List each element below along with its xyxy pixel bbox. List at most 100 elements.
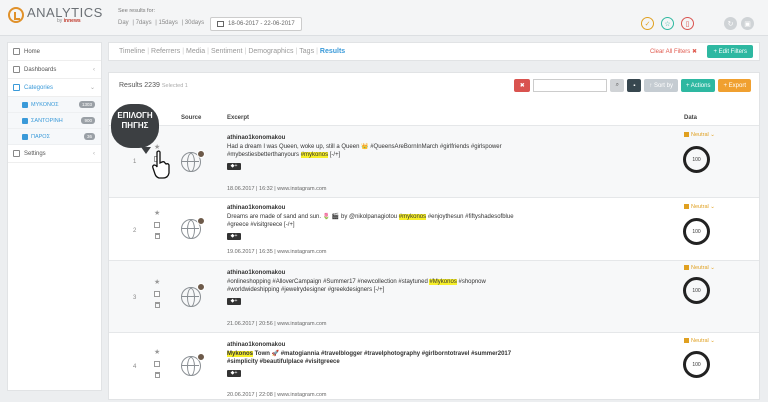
add-tag-icon[interactable]: ◆+ xyxy=(227,162,241,170)
score-circle: 100 xyxy=(683,218,710,245)
cube-icon[interactable]: ▣ xyxy=(741,17,754,30)
refresh-icon[interactable]: ↻ xyxy=(724,17,737,30)
period-30days[interactable]: 30days xyxy=(185,20,204,26)
row-number: 2 xyxy=(133,228,137,234)
add-tag-icon[interactable]: ◆+ xyxy=(227,297,241,305)
tab-media[interactable]: Media xyxy=(186,48,205,55)
table-row[interactable]: 4 ★ athinao1konomakou Mykonos Town 🚀 #ma… xyxy=(109,332,759,402)
row-checkbox[interactable] xyxy=(154,361,161,367)
search-input[interactable] xyxy=(533,79,608,92)
date-range-picker[interactable]: 18-06-2017 - 22-06-2017 xyxy=(210,17,302,31)
add-tag-icon[interactable]: ◆+ xyxy=(227,369,241,377)
excerpt: athinao1konomakou #onlineshopping #Allov… xyxy=(227,269,527,305)
category-count: 36 xyxy=(83,133,95,140)
table-row[interactable]: 2 ★ athinao1konomakou Dreams are made of… xyxy=(109,197,759,260)
excerpt-text: #onlineshopping #AlloverCampaign #Summer… xyxy=(227,278,430,285)
actions-button[interactable]: + Actions xyxy=(680,79,716,92)
star-icon[interactable]: ★ xyxy=(154,210,160,217)
export-button[interactable]: + Export xyxy=(718,79,751,92)
checkbox-checked[interactable] xyxy=(22,101,28,108)
chevron-down-icon: ⌄ xyxy=(89,85,95,91)
trash-icon[interactable]: ▯ xyxy=(681,17,694,30)
category-paros[interactable]: ΠΑΡΟΣ 36 xyxy=(8,129,101,145)
excerpt-author[interactable]: athinao1konomakou xyxy=(227,269,527,278)
results-count: Results 2239 Selected 1 xyxy=(119,82,188,89)
column-data: Data xyxy=(684,115,698,121)
sentiment-dropdown[interactable]: Neutral ⌄ xyxy=(684,338,715,344)
instagram-icon xyxy=(197,353,205,361)
sentiment-dropdown[interactable]: Neutral ⌄ xyxy=(684,204,715,210)
category-count: 1303 xyxy=(78,101,95,108)
instagram-icon xyxy=(197,150,205,158)
sentiment-dropdown[interactable]: Neutral ⌄ xyxy=(684,265,715,271)
sentiment-dropdown[interactable]: Neutral ⌄ xyxy=(684,132,715,138)
table-header: Source Excerpt Data xyxy=(109,113,759,125)
tab-results[interactable]: Results xyxy=(320,48,345,55)
category-mykonos[interactable]: ΜΥΚΟΝΟΣ 1303 xyxy=(8,97,101,113)
star-icon[interactable]: ★ xyxy=(154,279,160,286)
sidebar-item-categories[interactable]: Categories ⌄ xyxy=(8,79,101,97)
tab-tags[interactable]: Tags xyxy=(299,48,314,55)
excerpt: athinao1konomakou Dreams are made of san… xyxy=(227,204,527,240)
sidebar-item-label: Home xyxy=(24,48,41,55)
logo-check-icon xyxy=(8,7,24,23)
excerpt-text: Town 🚀 #matogiannia #travelblogger #trav… xyxy=(227,350,512,366)
hand-cursor-icon xyxy=(152,150,170,179)
dashboard-icon xyxy=(13,66,20,73)
excerpt-author[interactable]: athinao1konomakou xyxy=(227,341,527,350)
table-row[interactable]: 3 ★ athinao1konomakou #onlineshopping #A… xyxy=(109,260,759,332)
excerpt-highlight: #mykonos xyxy=(398,213,427,220)
excerpt-highlight: Mykonos xyxy=(227,350,254,357)
checkbox-checked[interactable] xyxy=(22,117,28,124)
category-label: ΜΥΚΟΝΟΣ xyxy=(31,101,59,108)
trash-icon[interactable] xyxy=(154,302,160,308)
sidebar-item-home[interactable]: Home xyxy=(8,43,101,61)
search-icon[interactable]: ⌕ xyxy=(610,79,625,92)
check-icon[interactable]: ✓ xyxy=(641,17,654,30)
trash-icon[interactable] xyxy=(154,372,160,378)
chevron-left-icon: ‹ xyxy=(93,150,95,157)
clear-filters-link[interactable]: Clear All Filters ✖ xyxy=(650,48,697,55)
row-checkbox[interactable] xyxy=(154,291,161,297)
row-number: 4 xyxy=(133,364,137,370)
tab-sentiment[interactable]: Sentiment xyxy=(211,48,243,55)
excerpt-text: [-/+] xyxy=(328,152,341,158)
score-circle: 100 xyxy=(683,146,710,173)
callout-bubble: ΕΠΙΛΟΓΗ ΠΗΓΗΣ xyxy=(111,104,159,154)
results-for-label: See results for: xyxy=(118,8,155,14)
category-santorini[interactable]: ΣΑΝΤΟΡΙΝΗ 900 xyxy=(8,113,101,129)
tab-demographics[interactable]: Demographics xyxy=(248,48,293,55)
column-excerpt: Excerpt xyxy=(227,115,250,121)
sidebar-item-settings[interactable]: Settings ‹ xyxy=(8,145,101,163)
score-circle: 100 xyxy=(683,351,710,378)
app-logo[interactable]: ANALYTICS by innews xyxy=(8,6,103,24)
period-7days[interactable]: 7days xyxy=(136,20,152,26)
gear-icon xyxy=(13,150,20,157)
excerpt-author[interactable]: athinao1konomakou xyxy=(227,204,527,213)
trash-icon[interactable] xyxy=(154,233,160,239)
results-selected: Selected 1 xyxy=(161,83,188,89)
period-15days[interactable]: 15days xyxy=(159,20,178,26)
results-panel: Results 2239 Selected 1 ✖ ⌕ ▪ ↑ Sort by +… xyxy=(108,72,760,400)
tab-referrers[interactable]: Referrers xyxy=(151,48,180,55)
tag-icon xyxy=(13,84,20,91)
checkbox-checked[interactable] xyxy=(22,133,28,140)
period-day[interactable]: Day xyxy=(118,20,129,26)
calendar-icon xyxy=(217,21,224,27)
add-tag-icon[interactable]: ◆+ xyxy=(227,232,241,240)
row-number: 3 xyxy=(133,295,137,301)
clear-search-button[interactable]: ✖ xyxy=(514,79,531,92)
tab-timeline[interactable]: Timeline xyxy=(119,48,145,55)
row-meta: 18.06.2017 | 16:32 | www.instagram.com xyxy=(227,186,327,192)
excerpt-highlight: #mykonos xyxy=(300,152,329,158)
logo-sub-prefix: by xyxy=(57,18,64,24)
bookmark-icon[interactable]: ▪ xyxy=(627,79,642,92)
star-icon[interactable]: ★ xyxy=(154,349,160,356)
table-row[interactable]: 1 ★ athinao1konomakou Had a dream I was … xyxy=(109,125,759,197)
sidebar-item-dashboards[interactable]: Dashboards ‹ xyxy=(8,61,101,79)
star-icon[interactable]: ☆ xyxy=(661,17,674,30)
excerpt-author[interactable]: athinao1konomakou xyxy=(227,134,527,143)
sort-by-button[interactable]: ↑ Sort by xyxy=(644,79,678,92)
row-checkbox[interactable] xyxy=(154,222,161,228)
edit-filters-button[interactable]: + Edit Filters xyxy=(707,45,753,58)
